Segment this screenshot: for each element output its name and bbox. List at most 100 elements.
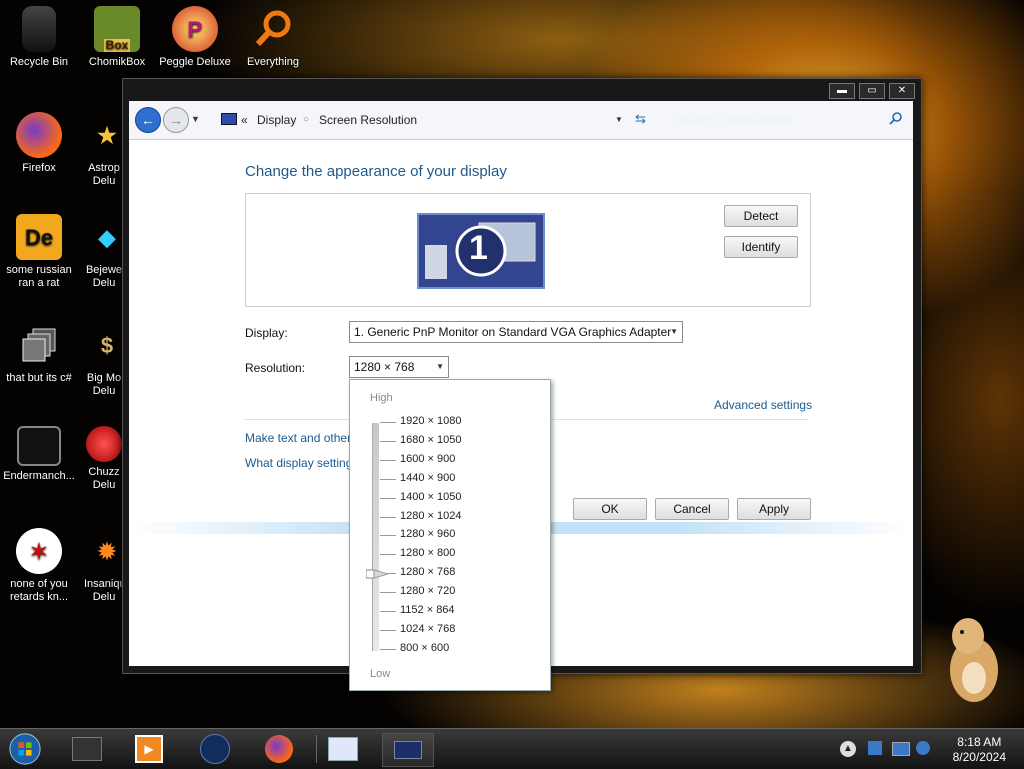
desktop-icon-label: Chuzz Delu bbox=[88, 466, 120, 491]
taskbar-media-player[interactable]: ▶ bbox=[132, 733, 166, 765]
resolution-option[interactable]: 1280 × 1024 bbox=[400, 510, 461, 522]
clock-date: 8/20/2024 bbox=[952, 750, 1006, 764]
firefox-desktop-icon[interactable]: Firefox bbox=[0, 112, 78, 175]
resolution-option[interactable]: 800 × 600 bbox=[400, 642, 449, 654]
insaniquarium-desktop-icon[interactable]: ✹ Insaniqu Delu bbox=[84, 528, 124, 604]
display-settings-help-link[interactable]: What display setting bbox=[245, 456, 352, 470]
address-dropdown-icon[interactable]: ▼ bbox=[615, 115, 623, 124]
peggle-deluxe-desktop-icon[interactable]: P Peggle Deluxe bbox=[156, 6, 234, 69]
resolution-option[interactable]: 1920 × 1080 bbox=[400, 415, 461, 427]
apply-button[interactable]: Apply bbox=[737, 498, 811, 520]
peggle-icon: P bbox=[172, 6, 218, 52]
fish-icon: ✹ bbox=[97, 538, 117, 564]
display-select[interactable]: 1. Generic PnP Monitor on Standard VGA G… bbox=[349, 321, 683, 343]
taskbar-globe[interactable] bbox=[198, 733, 232, 765]
display-tray-icon[interactable] bbox=[892, 742, 910, 756]
search-icon[interactable] bbox=[889, 111, 903, 125]
volume-tray-icon[interactable] bbox=[916, 741, 930, 755]
endermanch-desktop-icon[interactable]: Endermanch... bbox=[0, 426, 78, 483]
chuzzle-desktop-icon[interactable]: Chuzz Delu bbox=[84, 426, 124, 492]
resolution-select[interactable]: 1280 × 768 ▼ bbox=[349, 356, 449, 378]
breadcrumb-display[interactable]: Display bbox=[257, 113, 296, 127]
resolution-option[interactable]: 1280 × 720 bbox=[400, 585, 455, 597]
clock[interactable]: 8:18 AM 8/20/2024 bbox=[953, 735, 1006, 765]
desktop-icon-label: Astrop Delu bbox=[88, 162, 120, 187]
that-but-its-csharp-desktop-icon[interactable]: that but its c# bbox=[0, 322, 78, 385]
resolution-tick bbox=[380, 517, 396, 518]
forward-button[interactable]: → bbox=[163, 107, 189, 133]
breadcrumb-screen-resolution[interactable]: Screen Resolution bbox=[319, 113, 417, 127]
search-input[interactable]: Search Control Panel bbox=[677, 113, 877, 127]
russian-rat-desktop-icon[interactable]: De some russian ran a rat bbox=[0, 214, 78, 290]
chomikbox-badge: Box bbox=[103, 38, 131, 52]
resolution-tick bbox=[380, 630, 396, 631]
breadcrumb-chevron[interactable]: « bbox=[241, 113, 248, 127]
gem-icon: ◆ bbox=[98, 224, 116, 250]
resolution-select-value: 1280 × 768 bbox=[354, 360, 415, 374]
taskbar-explorer[interactable] bbox=[70, 733, 104, 765]
resolution-tick bbox=[380, 535, 396, 536]
page-title: Change the appearance of your display bbox=[245, 163, 507, 180]
taskbar-control-panel[interactable] bbox=[326, 733, 360, 765]
resolution-slider-thumb[interactable] bbox=[366, 567, 388, 581]
show-hidden-icons-button[interactable]: ▲ bbox=[840, 741, 856, 757]
start-button[interactable] bbox=[8, 733, 42, 765]
low-label: Low bbox=[370, 668, 391, 680]
resolution-tick bbox=[380, 592, 396, 593]
chomikbox-desktop-icon[interactable]: Box ChomikBox bbox=[78, 6, 156, 69]
monitor-arrangement-panel: 1 Detect Identify bbox=[245, 193, 811, 307]
resolution-tick bbox=[380, 479, 396, 480]
maximize-button[interactable]: ▭ bbox=[859, 83, 885, 99]
magnifier-icon bbox=[250, 6, 296, 52]
ok-button[interactable]: OK bbox=[573, 498, 647, 520]
taskbar-firefox[interactable] bbox=[262, 733, 296, 765]
resolution-option[interactable]: 1024 × 768 bbox=[400, 623, 455, 635]
astropop-desktop-icon[interactable]: ★ Astrop Delu bbox=[84, 112, 124, 188]
taskbar-separator bbox=[316, 735, 317, 763]
resolution-option[interactable]: 1400 × 1050 bbox=[400, 491, 461, 503]
resolution-option[interactable]: 1440 × 900 bbox=[400, 472, 455, 484]
network-tray-icon[interactable] bbox=[868, 741, 882, 755]
bejeweled-desktop-icon[interactable]: ◆ Bejewe Delu bbox=[84, 214, 124, 290]
clock-time: 8:18 AM bbox=[957, 735, 1002, 749]
chevron-down-icon: ▼ bbox=[670, 327, 678, 336]
desktop-icon-label: Endermanch... bbox=[3, 470, 75, 482]
resolution-option[interactable]: 1280 × 960 bbox=[400, 528, 455, 540]
desktop-icon-label: Big Mo Delu bbox=[86, 372, 122, 397]
resolution-dropdown-popup: High 1920 × 1080 1680 × 1050 1600 × 900 144… bbox=[349, 379, 551, 691]
resolution-option[interactable]: 1280 × 800 bbox=[400, 547, 455, 559]
refresh-icon[interactable]: ⇆ bbox=[635, 111, 646, 127]
display-label: Display: bbox=[245, 326, 288, 340]
text-size-link[interactable]: Make text and other bbox=[245, 431, 351, 445]
minimize-button[interactable]: ▬ bbox=[829, 83, 855, 99]
everything-desktop-icon[interactable]: Everything bbox=[234, 6, 312, 69]
none-of-you-desktop-icon[interactable]: ✶ none of you retards kn... bbox=[0, 528, 78, 604]
history-dropdown-icon[interactable]: ▼ bbox=[191, 114, 200, 124]
identify-button[interactable]: Identify bbox=[724, 236, 798, 258]
monitor-1-preview[interactable]: 1 bbox=[417, 213, 545, 289]
monitor-icon bbox=[394, 741, 422, 759]
high-label: High bbox=[370, 392, 393, 404]
desktop-icon-label: Recycle Bin bbox=[9, 56, 69, 68]
resolution-option[interactable]: 1680 × 1050 bbox=[400, 434, 461, 446]
resolution-tick bbox=[380, 441, 396, 442]
advanced-settings-link[interactable]: Advanced settings bbox=[714, 398, 812, 412]
resolution-tick bbox=[380, 460, 396, 461]
resolution-label: Resolution: bbox=[245, 361, 306, 375]
console-window-icon bbox=[17, 426, 61, 466]
resolution-option[interactable]: 1280 × 768 bbox=[400, 566, 455, 578]
cancel-button[interactable]: Cancel bbox=[655, 498, 729, 520]
resolution-slider-track[interactable] bbox=[372, 423, 379, 651]
taskbar-display-settings-active[interactable] bbox=[382, 733, 434, 767]
big-money-desktop-icon[interactable]: $ Big Mo Delu bbox=[84, 322, 124, 398]
money-bag-icon: $ bbox=[100, 332, 114, 358]
taskbar: ▶ ▲ 8:18 AM 8/20/2024 bbox=[0, 728, 1024, 769]
desktop-icon-label: that but its c# bbox=[6, 372, 72, 384]
resolution-option[interactable]: 1152 × 864 bbox=[400, 604, 455, 616]
close-button[interactable]: ✕ bbox=[889, 83, 915, 99]
detect-button[interactable]: Detect bbox=[724, 205, 798, 227]
recycle-bin-desktop-icon[interactable]: Recycle Bin bbox=[0, 6, 78, 69]
back-button[interactable]: ← bbox=[135, 107, 161, 133]
globe-icon bbox=[200, 734, 230, 764]
resolution-option[interactable]: 1600 × 900 bbox=[400, 453, 455, 465]
